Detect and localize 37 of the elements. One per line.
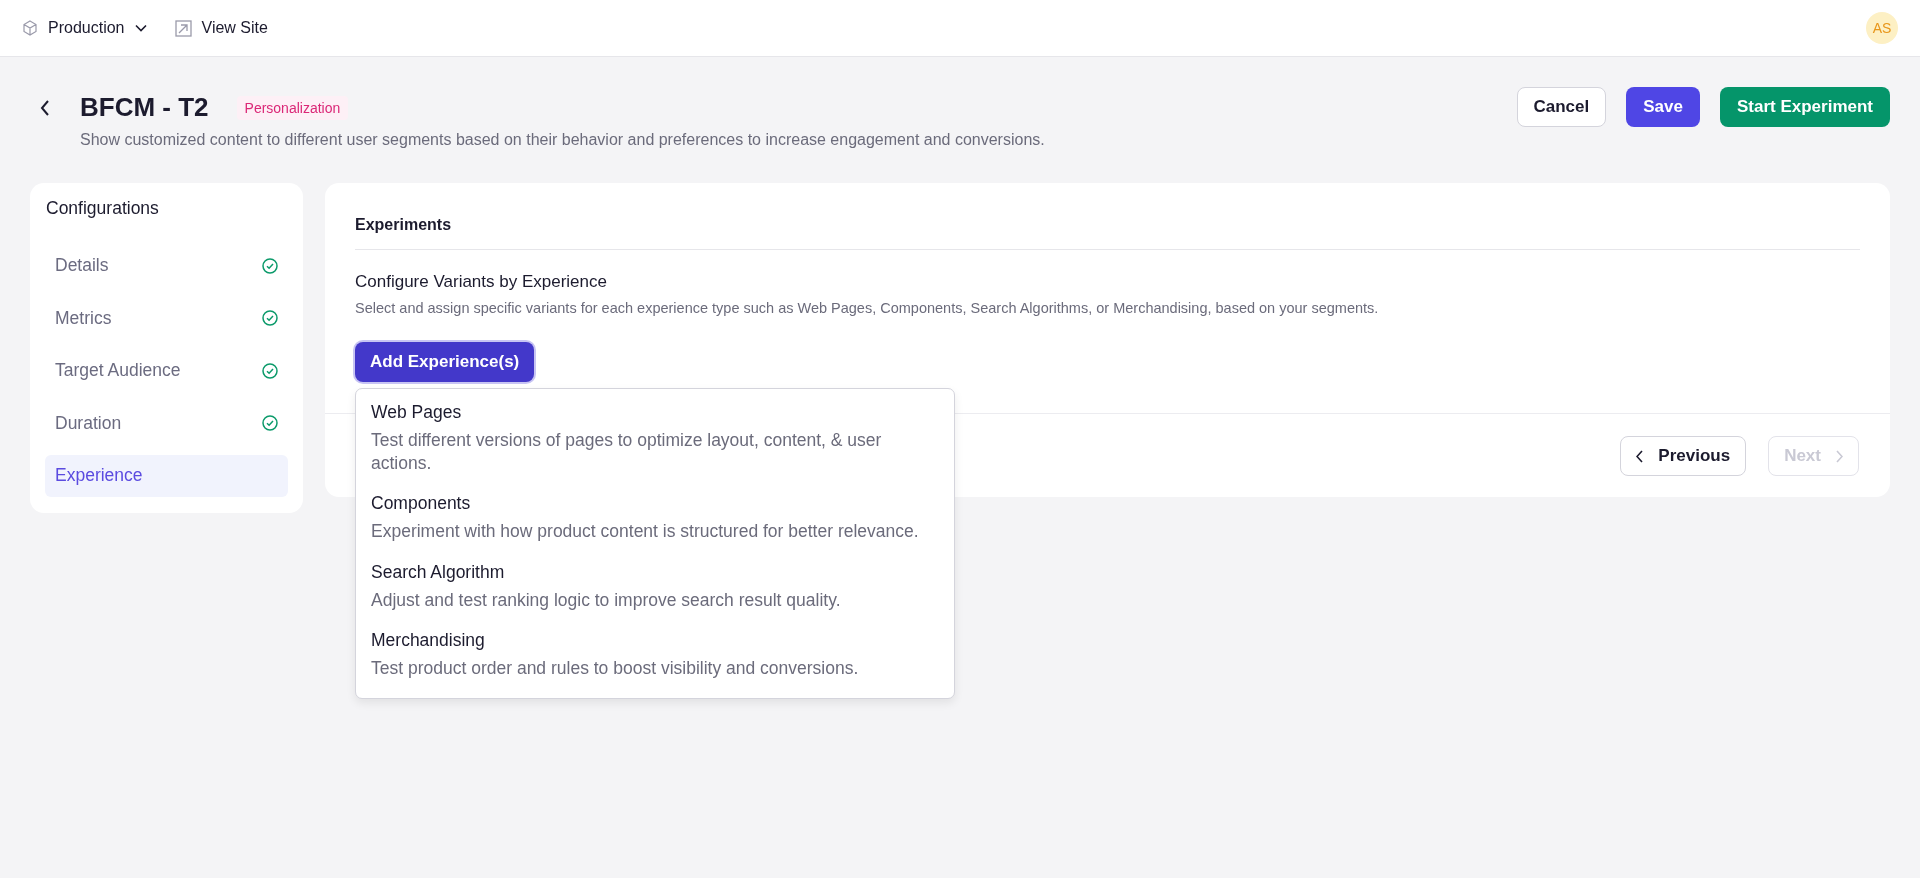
chevron-right-icon xyxy=(1835,449,1843,463)
cancel-button[interactable]: Cancel xyxy=(1516,87,1607,127)
menu-item[interactable]: Web Pages Test different versions of pages to optimize layout, content, & user actions. xyxy=(356,395,954,487)
sidebar-item[interactable]: Duration xyxy=(45,402,288,444)
menu-item[interactable]: Components Experiment with how product content is structured for better relevance. xyxy=(356,486,954,555)
card-title: Experiments xyxy=(355,216,452,233)
sidebar-item[interactable]: Details xyxy=(45,244,288,287)
environment-dropdown[interactable]: Production xyxy=(22,19,147,37)
cube-icon xyxy=(22,20,38,36)
section-title: Configure Variants by Experience xyxy=(355,272,608,292)
chevron-down-icon xyxy=(134,24,147,32)
sidebar-item[interactable]: Target Audience xyxy=(45,349,288,392)
panel-title: Configurations xyxy=(46,198,160,220)
section-description: Select and assign specific variants for each experience type such as Web Pages, Components, Search Algorithms, or Merchandising, based on your segments. xyxy=(355,300,1380,316)
page-title: BFCM - T2 xyxy=(80,92,209,123)
external-link-icon xyxy=(174,19,192,37)
chevron-left-icon xyxy=(1636,449,1645,463)
menu-item-description: Test different versions of pages to optimize layout, content, & user actions. xyxy=(371,428,883,475)
sidebar-item[interactable]: Metrics xyxy=(45,297,288,339)
save-button[interactable]: Save xyxy=(1626,87,1700,127)
start-button[interactable]: Start Experiment xyxy=(1719,87,1890,127)
view-site-link[interactable]: View Site xyxy=(174,19,268,37)
sidebar-item[interactable]: Experience xyxy=(45,454,288,497)
menu-item[interactable]: Search Algorithm Adjust and test ranking logic to improve search result quality. xyxy=(356,554,954,624)
menu-item-description: Adjust and test ranking logic to improve search result quality. xyxy=(371,588,842,612)
page-description: Show customized content to different user segments based on their behavior and preferences to increase engagement and conversions. xyxy=(80,131,1046,149)
previous-button[interactable]: Previous xyxy=(1620,436,1747,476)
add-experience-button[interactable]: Add Experience(s) xyxy=(355,342,535,382)
menu-item-title: Search Algorithm xyxy=(371,560,506,584)
menu-item[interactable]: Merchandising Test product order and rules to boost visibility and conversions. xyxy=(356,623,954,692)
type-tag: Personalization xyxy=(236,95,349,120)
menu-item-title: Web Pages xyxy=(371,401,463,424)
menu-item-title: Components xyxy=(371,492,472,515)
menu-item-title: Merchandising xyxy=(371,629,486,652)
menu-item-description: Test product order and rules to boost visibility and conversions. xyxy=(371,657,860,680)
menu-item-description: Experiment with how product content is structured for better relevance. xyxy=(371,520,920,543)
back-button[interactable] xyxy=(40,100,50,116)
